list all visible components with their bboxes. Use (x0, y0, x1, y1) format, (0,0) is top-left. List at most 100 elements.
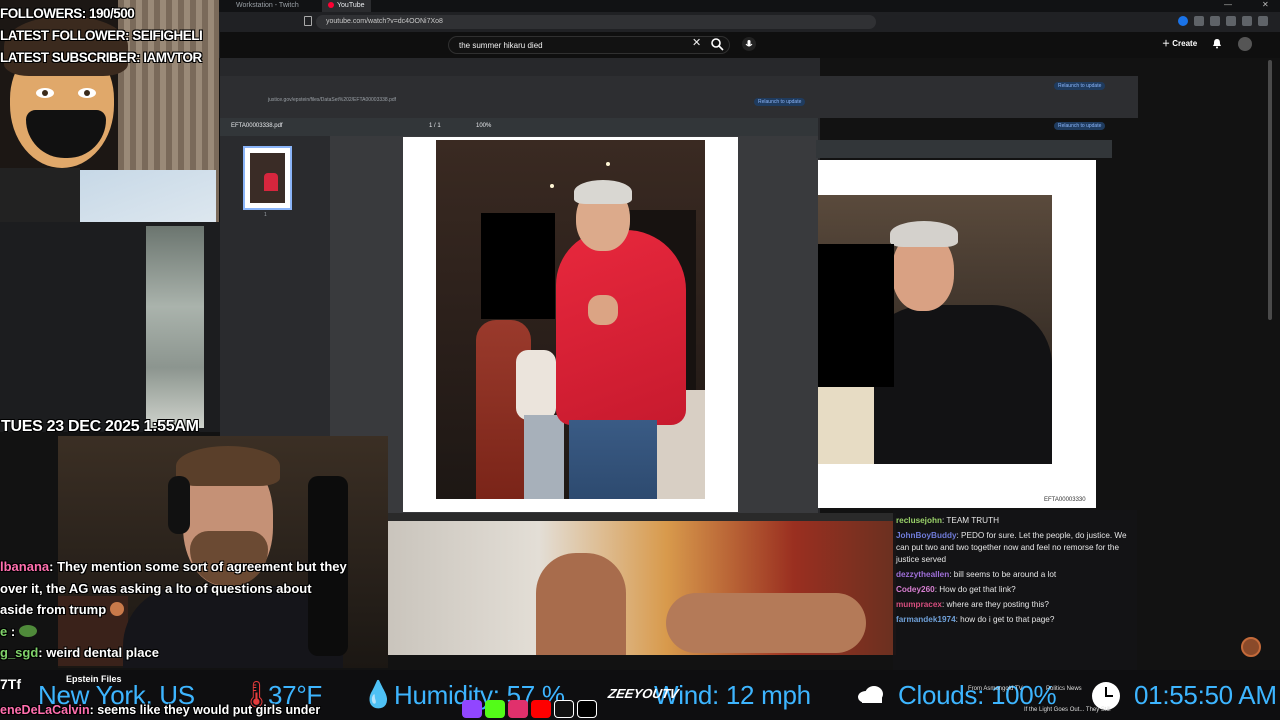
extension-icon[interactable] (1178, 16, 1188, 26)
tab-label: YouTube (337, 2, 365, 9)
x-icon[interactable] (577, 700, 597, 718)
news-item: Politics News (1046, 686, 1082, 692)
overlay-chat-line: g_sgd: weird dental place (0, 642, 380, 664)
emote-icon (109, 602, 124, 616)
account-avatar[interactable] (1238, 37, 1252, 51)
followers-goal: FOLLOWERS: 190/500 (0, 6, 135, 21)
chat-message-row: mumpracex: where are they posting this? (896, 599, 1134, 611)
notifications-bell-icon[interactable] (1212, 38, 1222, 49)
chat-message: : weird dental place (38, 645, 159, 660)
person-hair (890, 221, 958, 247)
overlay-chat: lbanana: They mention some sort of agree… (0, 556, 380, 664)
relaunch-button[interactable]: Relaunch to update (1054, 82, 1106, 90)
pdf-filename: EFTA00003338.pdf (231, 123, 283, 129)
chat-username[interactable]: dezzytheallen (896, 570, 949, 579)
overlay-chat-line: lbanana: They mention some sort of agree… (0, 556, 380, 578)
ceiling-light (606, 162, 610, 166)
tab-twitch[interactable]: Workstation - Twitch (230, 0, 305, 12)
person-jeans (569, 420, 657, 499)
avatar-eye (36, 88, 54, 98)
search-input[interactable]: the summer hikaru died (448, 36, 730, 54)
relaunch-button[interactable]: Relaunch to update (754, 98, 806, 106)
chat-text: : bill seems to be around a lot (949, 570, 1057, 579)
person-hand (588, 295, 618, 325)
person-jacket (818, 385, 874, 464)
chat-message-row: reclusejohn: TEAM TRUTH (896, 515, 1134, 527)
user-avatar[interactable] (1241, 637, 1261, 657)
chat-message: : (7, 623, 16, 639)
search-icon[interactable] (710, 37, 724, 51)
overlay-chat-line: e : (0, 621, 380, 643)
red-hoodie (556, 230, 686, 425)
minimize-icon[interactable]: — (1224, 0, 1232, 9)
frog-emote-icon (18, 624, 37, 637)
pdf-toolbar (220, 118, 818, 136)
ticker-left-label: 7Tf (0, 676, 21, 692)
pdf-window-right: Relaunch to update Relaunch to update (810, 76, 1138, 130)
page-thumbnail[interactable] (243, 146, 292, 210)
avatar-eye (78, 88, 96, 98)
microphone-icon[interactable] (742, 37, 756, 51)
chat-message: : seems like they would put girls under (89, 703, 321, 717)
extension-icon[interactable] (1242, 16, 1252, 26)
extension-icon[interactable] (1210, 16, 1220, 26)
clear-search-icon[interactable]: ✕ (692, 38, 701, 49)
chat-panel: reclusejohn: TEAM TRUTH JohnBoyBuddy: PED… (893, 510, 1137, 670)
extension-icon[interactable] (1194, 16, 1204, 26)
relaunch-button[interactable]: Relaunch to update (1054, 122, 1106, 130)
screen: Workstation - Twitch YouTube — ✕ youtube… (0, 0, 1280, 720)
chat-username[interactable]: Codey260 (896, 585, 935, 594)
address-bar[interactable]: youtube.com/watch?v=dc4OONi7Xo8 (316, 15, 876, 29)
latest-follower: LATEST FOLLOWER: SEIFIGHELI (0, 28, 203, 43)
marble-panel (146, 226, 204, 428)
extension-icon[interactable] (1258, 16, 1268, 26)
thumbnail-page-number: 1 (264, 212, 267, 218)
tab-youtube[interactable]: YouTube (322, 0, 371, 12)
cloud-icon (858, 686, 883, 703)
pdf-url: justice.gov/epstein/files/DataSet%202/EF… (268, 97, 397, 103)
person-hair (574, 180, 632, 204)
hand (666, 593, 866, 653)
floor (56, 170, 216, 222)
clock-icon (1092, 682, 1120, 710)
overlay-chat-line: over it, the AG was asking a lto of ques… (0, 578, 380, 600)
ceiling-light (550, 184, 554, 188)
chat-username[interactable]: mumpracex (896, 600, 942, 609)
instagram-icon[interactable] (508, 700, 528, 718)
address-url: youtube.com/watch?v=dc4OONi7Xo8 (326, 18, 443, 25)
youtube-header: the summer hikaru died ✕ ＋ Create (220, 32, 1280, 58)
tiktok-icon[interactable] (554, 700, 574, 718)
chat-message-row: farmandek1974: how do i get to that page… (896, 614, 1134, 626)
pdf-page-indicator[interactable]: 1 / 1 (429, 123, 441, 129)
chat-text: : How do get that link? (934, 585, 1016, 594)
youtube-icon[interactable] (531, 700, 551, 718)
avatar-body (0, 168, 80, 222)
chat-username: g_sgd (0, 645, 39, 660)
chat-text: : TEAM TRUTH (941, 516, 999, 525)
latest-subscriber: LATEST SUBSCRIBER: IAMVTOR (0, 50, 202, 65)
chat-text: : how do i get to that page? (955, 615, 1055, 624)
kick-icon[interactable] (485, 700, 505, 718)
chat-message-row: Codey260: How do get that link? (896, 584, 1134, 596)
pdf-zoom-level[interactable]: 100% (476, 123, 491, 129)
create-button[interactable]: ＋ Create (1162, 38, 1197, 49)
page-scrollbar[interactable] (1268, 60, 1272, 320)
chat-username[interactable]: farmandek1974 (896, 615, 956, 624)
thumbnail-figure (264, 173, 278, 191)
chat-username[interactable]: JohnBoyBuddy (896, 531, 957, 540)
chat-username[interactable]: reclusejohn (896, 516, 942, 525)
brand-logo: ZEEYOUTV (607, 686, 680, 701)
chat-text: : where are they posting this? (941, 600, 1049, 609)
chat-message: : They mention some sort of agreement bu… (49, 559, 347, 574)
stream-datetime: TUES 23 DEC 2025 1:55AM (1, 418, 199, 435)
streamer-hair (176, 446, 280, 486)
video-divider (386, 513, 896, 521)
close-icon[interactable]: ✕ (1262, 0, 1269, 9)
thumbnail-image (250, 153, 285, 203)
overlay-chat-line: aside from trump (0, 599, 380, 621)
bookmark-icon[interactable] (304, 16, 312, 26)
tab-label: Workstation - Twitch (236, 2, 299, 9)
twitch-icon[interactable] (462, 700, 482, 718)
extension-icon[interactable] (1226, 16, 1236, 26)
youtube-icon (328, 2, 334, 8)
